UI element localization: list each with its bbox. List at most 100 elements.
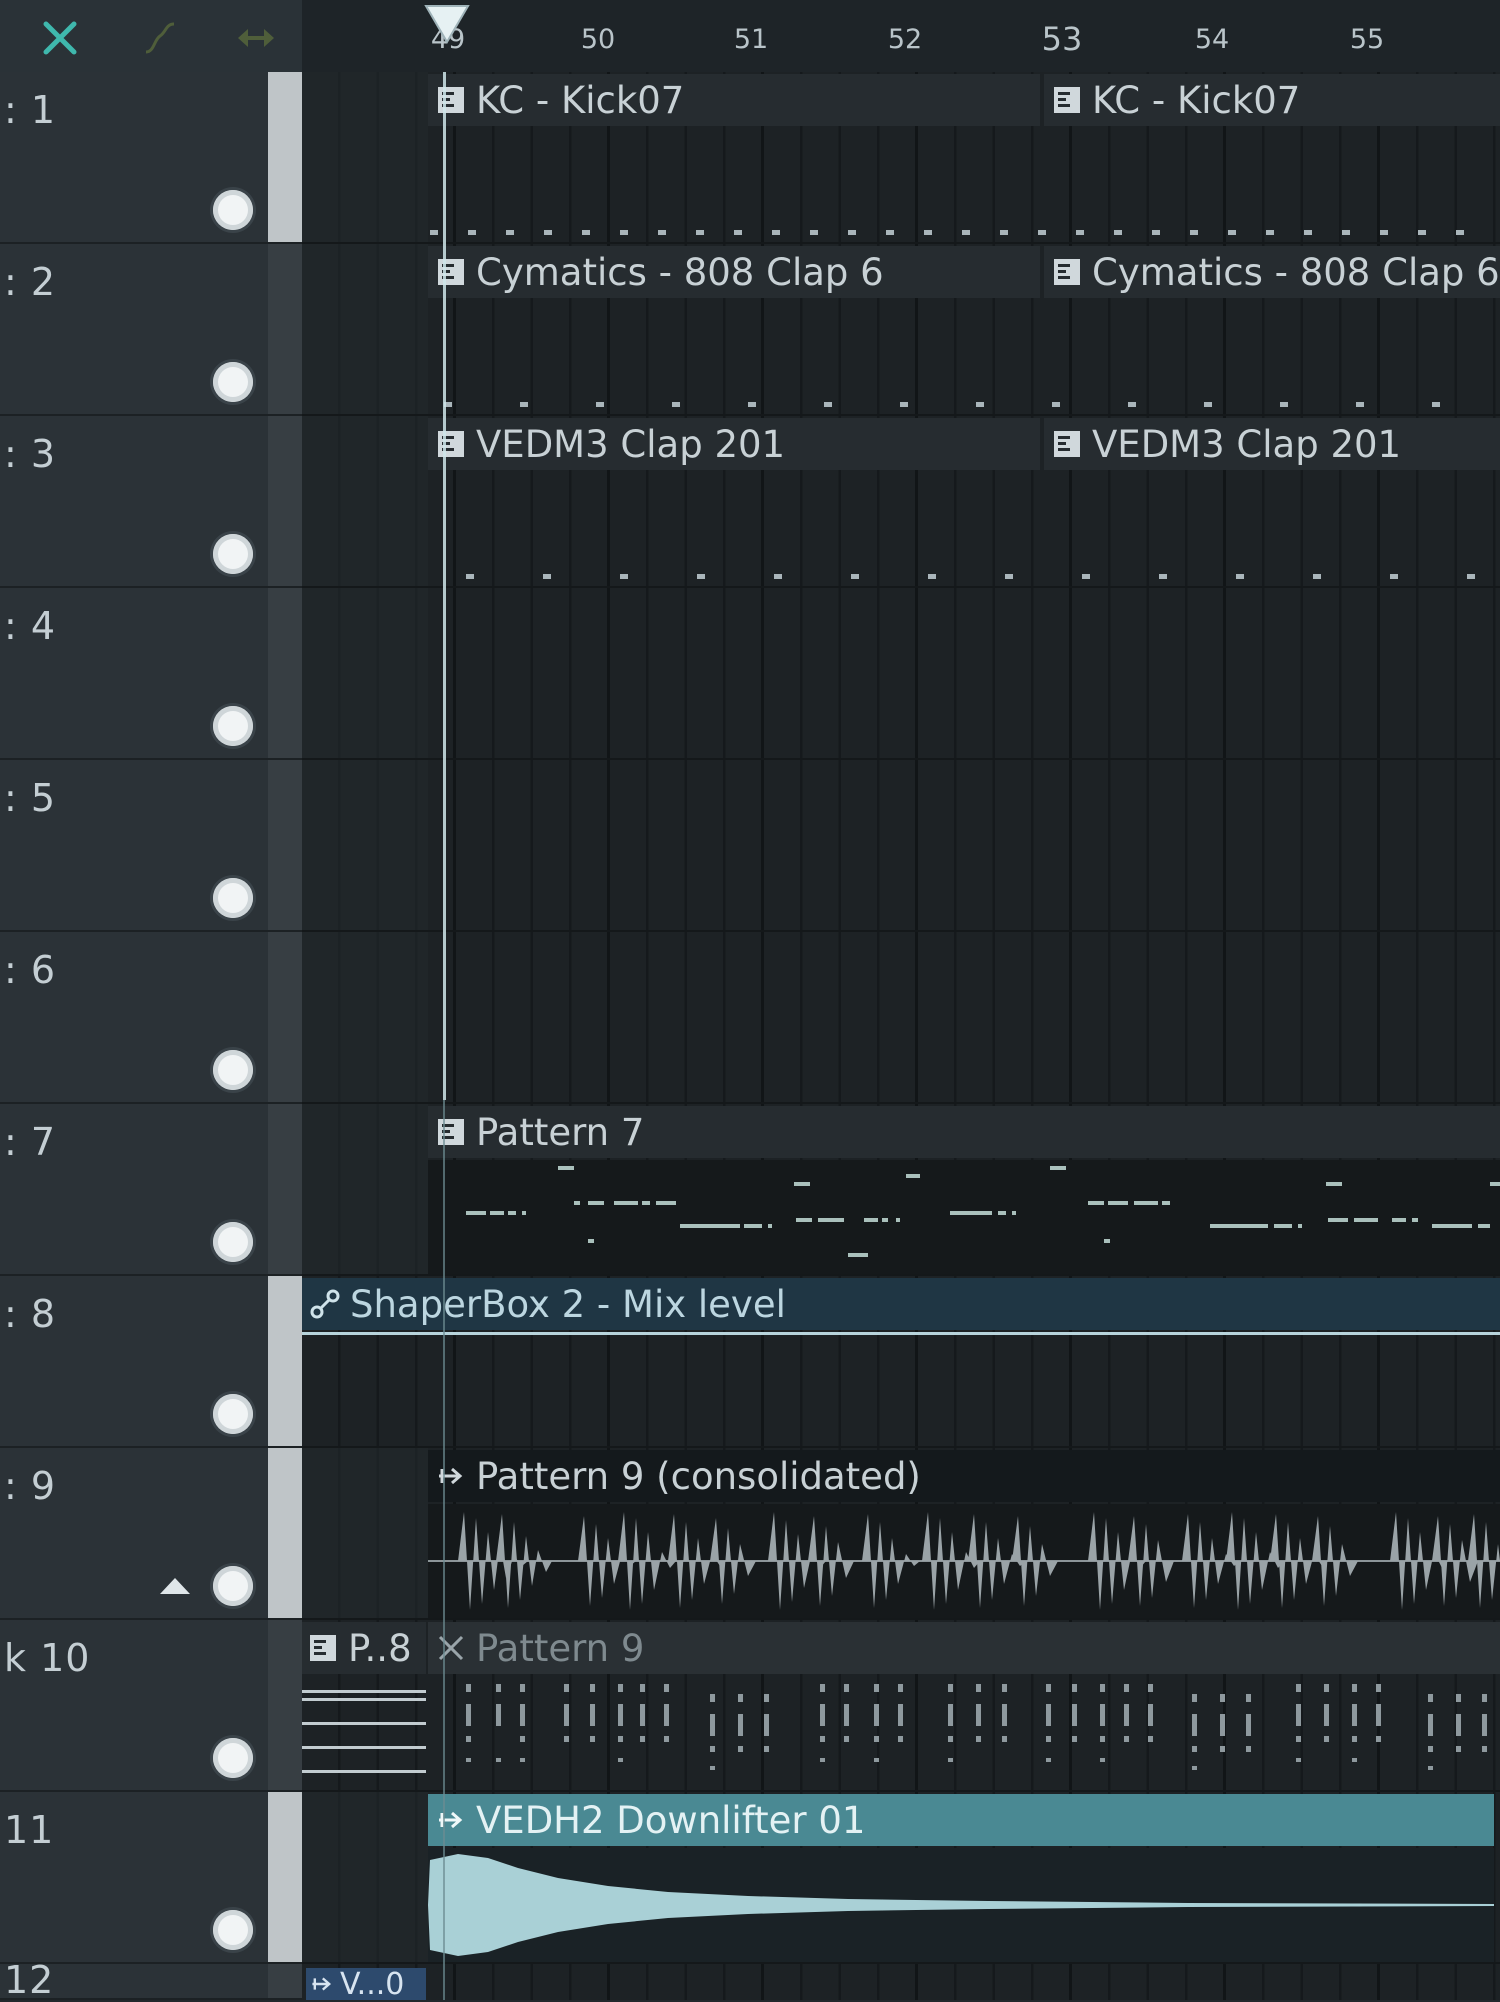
track-selector-11[interactable] xyxy=(268,1792,302,1964)
bar-number: 52 xyxy=(887,24,923,55)
track-lane-10[interactable]: P..8 Pattern 9 xyxy=(302,1620,1500,1792)
clip-label: VEDM3 Clap 201 xyxy=(1092,422,1402,466)
pattern-clip[interactable]: VEDM3 Clap 201 xyxy=(1044,418,1500,470)
track-header-9[interactable]: : 9 xyxy=(0,1448,268,1620)
track-lane-12[interactable]: V...0 xyxy=(302,1964,1500,2000)
track-mute-button[interactable] xyxy=(213,1910,253,1950)
bar-number: 51 xyxy=(733,24,769,55)
audio-clip-icon xyxy=(439,1811,463,1829)
track-selector-5[interactable] xyxy=(268,760,302,932)
track-lane-7[interactable]: Pattern 7 xyxy=(302,1104,1500,1276)
track-selector-4[interactable] xyxy=(268,588,302,760)
step-notes xyxy=(466,574,1475,579)
bar-number: 53 xyxy=(1041,20,1083,58)
pattern-preview xyxy=(466,1684,1487,1770)
track-mute-button[interactable] xyxy=(213,1050,253,1090)
track-header-5[interactable]: : 5 xyxy=(0,760,268,932)
track-selector-8[interactable] xyxy=(268,1276,302,1448)
automation-curve[interactable] xyxy=(302,1332,1500,1335)
track-mute-button[interactable] xyxy=(213,1394,253,1434)
audio-clip[interactable]: Pattern 9 (consolidated) xyxy=(428,1450,1500,1502)
track-selector-1[interactable] xyxy=(268,72,302,244)
track-lane-4[interactable] xyxy=(302,588,1500,760)
pattern-clip[interactable]: Pattern 7 xyxy=(428,1106,1500,1158)
pattern-icon xyxy=(1054,87,1080,113)
clip-label: Pattern 9 (consolidated) xyxy=(476,1454,921,1498)
pattern-clip[interactable]: VEDM3 Clap 201 xyxy=(428,418,1040,470)
track-selector-12[interactable] xyxy=(268,1964,302,2000)
playhead-marker-icon[interactable] xyxy=(422,2,472,48)
track-mute-button[interactable] xyxy=(213,1738,253,1778)
track-header-11[interactable]: 11 xyxy=(0,1792,268,1964)
pattern-clip[interactable]: KC - Kick07 xyxy=(428,74,1040,126)
track-selector-7[interactable] xyxy=(268,1104,302,1276)
timeline-ruler[interactable]: 49 50 51 52 53 54 55 xyxy=(302,0,1500,74)
track-selector-10[interactable] xyxy=(268,1620,302,1792)
lane-gap xyxy=(302,760,428,930)
audio-clip-downlifter[interactable]: VEDH2 Downlifter 01 xyxy=(428,1794,1494,1846)
track-number: : 6 xyxy=(4,948,57,992)
track-number: : 5 xyxy=(4,776,57,820)
pattern-icon xyxy=(438,259,464,285)
stretch-icon[interactable] xyxy=(226,8,286,68)
track-header-2[interactable]: : 2 xyxy=(0,244,268,416)
lane-gap xyxy=(302,588,428,758)
pattern-icon xyxy=(438,431,464,457)
pattern-preview xyxy=(302,1690,426,1773)
track-header-4[interactable]: : 4 xyxy=(0,588,268,760)
bar-number: 54 xyxy=(1194,24,1230,55)
track-number: : 8 xyxy=(4,1292,57,1336)
pattern-icon xyxy=(1054,259,1080,285)
collapse-arrow-icon[interactable] xyxy=(158,1576,192,1600)
clip-label: Cymatics - 808 Clap 6 xyxy=(476,250,884,294)
track-lane-6[interactable] xyxy=(302,932,1500,1104)
snap-x-icon[interactable] xyxy=(30,8,90,68)
step-notes xyxy=(444,402,1440,407)
track-mute-button[interactable] xyxy=(213,878,253,918)
track-header-6[interactable]: : 6 xyxy=(0,932,268,1104)
track-mute-button[interactable] xyxy=(213,190,253,230)
playhead-line-lower xyxy=(443,1100,445,2000)
track-selector-6[interactable] xyxy=(268,932,302,1104)
pattern-clip[interactable]: Cymatics - 808 Clap 6 xyxy=(1044,246,1500,298)
track-number: k 10 xyxy=(4,1636,91,1680)
audio-clip[interactable]: V...0 xyxy=(306,1968,426,2000)
audio-clip-icon xyxy=(312,1977,332,1991)
muted-pattern-clip[interactable]: Pattern 9 xyxy=(428,1622,1500,1674)
track-lane-11[interactable]: VEDH2 Downlifter 01 xyxy=(302,1792,1500,1964)
track-header-1[interactable]: : 1 xyxy=(0,72,268,244)
track-mute-button[interactable] xyxy=(213,362,253,402)
track-number: : 9 xyxy=(4,1464,57,1508)
pattern-clip[interactable]: P..8 xyxy=(302,1622,426,1674)
track-header-12[interactable]: 12 xyxy=(0,1958,268,2002)
track-header-7[interactable]: : 7 xyxy=(0,1104,268,1276)
track-header-8[interactable]: : 8 xyxy=(0,1276,268,1448)
track-lane-2[interactable]: Cymatics - 808 Clap 6 Cymatics - 808 Cla… xyxy=(302,244,1500,416)
automation-clip[interactable]: ShaperBox 2 - Mix level xyxy=(302,1278,1500,1330)
track-mute-button[interactable] xyxy=(213,1566,253,1606)
clip-label: VEDH2 Downlifter 01 xyxy=(476,1798,866,1842)
track-selector-3[interactable] xyxy=(268,416,302,588)
track-lane-9[interactable]: Pattern 9 (consolidated) xyxy=(302,1448,1500,1620)
playhead-line[interactable] xyxy=(443,72,446,1100)
pattern-clip[interactable]: KC - Kick07 xyxy=(1044,74,1500,126)
track-mute-button[interactable] xyxy=(213,534,253,574)
curve-icon[interactable] xyxy=(130,8,190,68)
lane-gap xyxy=(302,1104,428,1274)
track-mute-button[interactable] xyxy=(213,1222,253,1262)
track-lane-5[interactable] xyxy=(302,760,1500,932)
track-selector-9[interactable] xyxy=(268,1448,302,1620)
track-lane-3[interactable]: VEDM3 Clap 201 VEDM3 Clap 201 xyxy=(302,416,1500,588)
track-header-10[interactable]: k 10 xyxy=(0,1620,268,1792)
track-header-3[interactable]: : 3 xyxy=(0,416,268,588)
track-lane-8[interactable]: ShaperBox 2 - Mix level xyxy=(302,1276,1500,1448)
track-lane-1[interactable]: KC - Kick07 KC - Kick07 xyxy=(302,72,1500,244)
track-selector-2[interactable] xyxy=(268,244,302,416)
pattern-clip[interactable]: Cymatics - 808 Clap 6 xyxy=(428,246,1040,298)
toolbar xyxy=(0,0,302,72)
clip-label: KC - Kick07 xyxy=(1092,78,1301,122)
pattern-icon xyxy=(438,1119,464,1145)
track-mute-button[interactable] xyxy=(213,706,253,746)
track-number: : 1 xyxy=(4,88,57,132)
audio-waveform xyxy=(428,1504,1500,1618)
